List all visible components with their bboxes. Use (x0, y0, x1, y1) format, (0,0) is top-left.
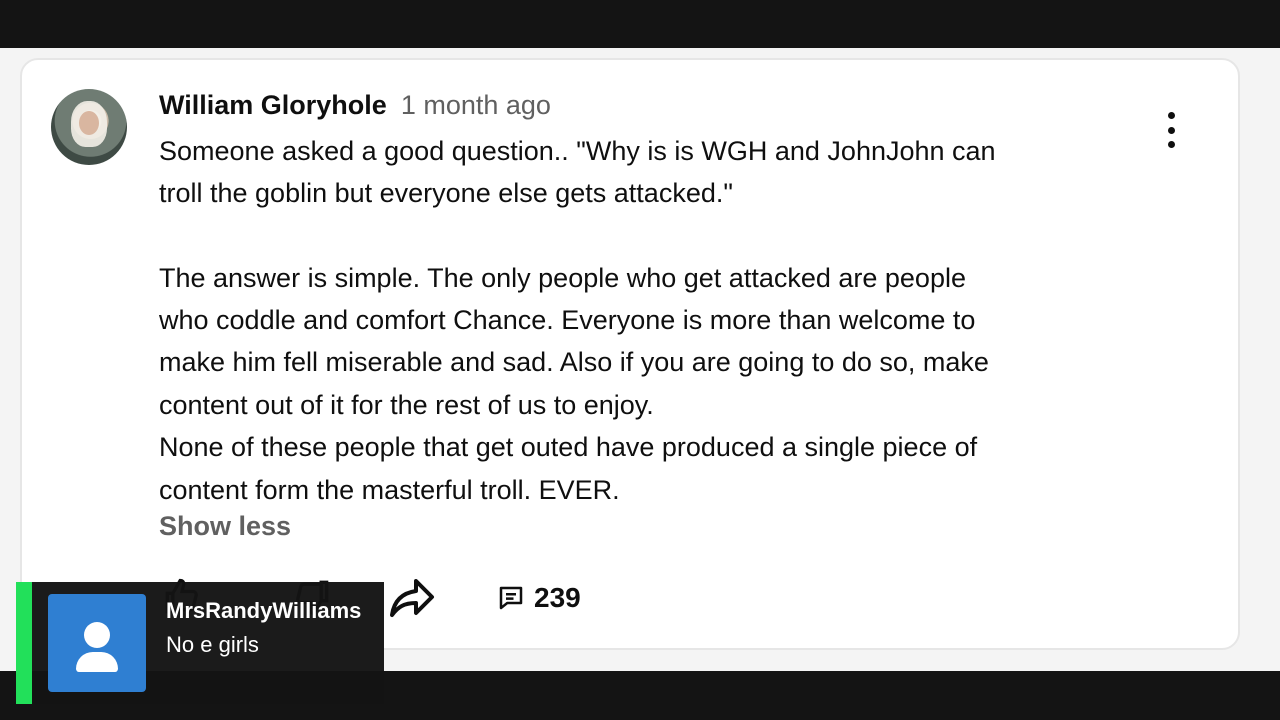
comment-line-4: The answer is simple. The only people wh… (159, 263, 966, 293)
chat-overlay: MrsRandyWilliams No e girls (16, 582, 384, 704)
reply-count: 239 (534, 582, 581, 613)
person-icon (48, 594, 146, 692)
kebab-dot (1167, 141, 1175, 148)
comment-line-9: content form the masterful troll. EVER. (159, 475, 620, 505)
comment-icon (499, 586, 523, 610)
comment-line-1: Someone asked a good question.. "Why is … (159, 136, 996, 166)
share-icon[interactable] (388, 575, 436, 619)
commenter-avatar[interactable] (51, 89, 127, 165)
avatar-face (79, 111, 99, 135)
replies-button[interactable]: 239 (496, 578, 581, 618)
more-vert-icon[interactable] (1158, 112, 1184, 148)
comment-header: William Gloryhole 1 month ago (159, 90, 551, 124)
overlay-accent-bar (16, 582, 32, 704)
person-icon-head (84, 622, 110, 648)
comment-line-8: None of these people that get outed have… (159, 432, 978, 462)
comment-timestamp[interactable]: 1 month ago (401, 90, 551, 121)
kebab-dot (1167, 126, 1175, 134)
chat-message: No e girls (166, 632, 259, 657)
video-frame: William Gloryhole 1 month ago Someone as… (0, 0, 1280, 720)
show-less-button[interactable]: Show less (159, 511, 291, 542)
person-icon-body (76, 652, 118, 672)
comment-line-2: troll the goblin but everyone else gets … (159, 178, 733, 208)
kebab-dot (1167, 112, 1175, 119)
comment-line-7: content out of it for the rest of us to … (159, 390, 654, 420)
comment-author[interactable]: William Gloryhole (159, 90, 387, 121)
letterbox-top (0, 0, 1280, 48)
chat-username: MrsRandyWilliams (166, 598, 362, 623)
comment-line-5: who coddle and comfort Chance. Everyone … (159, 305, 976, 335)
comment-line-6: make him fell miserable and sad. Also if… (159, 347, 989, 377)
